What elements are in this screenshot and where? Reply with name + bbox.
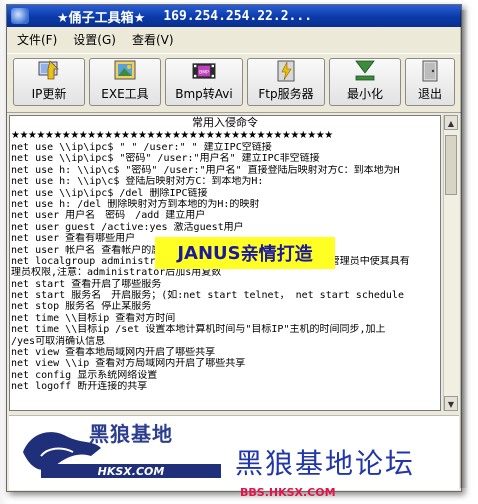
app-icon (11, 8, 29, 24)
command-line: net user 用户名 密码 /add 建立用户 (11, 210, 206, 222)
vertical-scrollbar[interactable]: ▲ ▼ (443, 115, 459, 411)
logo-subtext: HKSX.COM (98, 465, 165, 478)
site-url: BBS.HKSX.COM (240, 486, 336, 499)
menu-bar: 文件(F) 设置(G) 查看(V) (7, 29, 461, 49)
command-line: 理员权限,注意：administrator后加s用复数 (11, 267, 222, 279)
bmp-to-avi-label: Bmp转Avi (175, 87, 233, 101)
minimize-button[interactable]: 最小化 (329, 58, 401, 106)
ip-readout: 169.254.254.22.2... (163, 8, 313, 24)
exe-icon (112, 59, 138, 83)
janus-suffix: 亲情打造 (240, 244, 313, 265)
minimize-label: 最小化 (346, 87, 383, 101)
bmp-to-avi-button[interactable]: BMP Bmp转Avi (165, 58, 243, 106)
film-icon: BMP (191, 59, 217, 83)
ftp-icon (273, 59, 299, 83)
command-line: net use \\ip\ipc$ " " /user:" " 建立IPC空链接 (11, 142, 272, 153)
command-line: net logoff 断开连接的共享 (11, 381, 148, 393)
minimize-icon (352, 59, 378, 83)
bmp-icon-text: BMP (199, 69, 209, 75)
exe-tool-label: EXE工具 (101, 87, 149, 101)
command-line: net start 服务名 开启服务；(如:net start telnet， … (11, 290, 404, 302)
scroll-up-icon[interactable]: ▲ (444, 115, 458, 130)
scroll-down-icon[interactable]: ▼ (444, 396, 458, 411)
command-line: net use h: /del 删除映射对方到本地的为H:的映射 (11, 198, 260, 210)
command-line: net user guest /active:yes 激活guest用户 (11, 221, 244, 233)
window-title: ★俑子工具箱★ (57, 10, 146, 26)
command-line: net use \\ip\ipc$ /del 删除IPC链接 (11, 187, 208, 199)
command-line: net view \\ip 查看对方局域网内开启了哪些共享 (11, 358, 246, 370)
exe-tool-button[interactable]: EXE工具 (89, 58, 161, 106)
command-line: net time \\目标ip /set 设置本地计算机时间与"目标IP"主机的… (11, 324, 386, 336)
ip-update-label: IP更新 (31, 87, 67, 101)
command-line: /yes可取消确认信息 (11, 335, 106, 347)
ip-update-button[interactable]: IP更新 (13, 58, 85, 106)
menu-file[interactable]: 文件(F) (11, 31, 63, 48)
exit-door-icon (417, 59, 443, 83)
star-divider: ★★★★★★★★★★★★★★★★★★★★★★★★★★★★★★★★★★★★★★ (11, 130, 333, 141)
network-icon (36, 59, 62, 83)
toolbar: IP更新 EXE工具 BMP Bmp转Avi Ftp服务器 最小化 退出 (7, 53, 461, 113)
scroll-thumb[interactable] (445, 135, 457, 195)
command-line: net stop 服务名 停止某服务 (11, 301, 152, 313)
bottom-banner: HKSX.COM 黑狼基地 黑狼基地论坛 (9, 415, 459, 490)
app-window: ★俑子工具箱★ 169.254.254.22.2... 文件(F) 设置(G) … (6, 4, 462, 492)
logo-text: 黑狼基地 (89, 422, 173, 446)
ftp-server-label: Ftp服务器 (258, 87, 314, 101)
janus-overlay: JANUS 亲情打造 (155, 237, 335, 269)
ftp-server-button[interactable]: Ftp服务器 (247, 58, 325, 106)
menu-settings[interactable]: 设置(G) (67, 31, 122, 48)
janus-brand: JANUS (177, 242, 241, 264)
exit-button[interactable]: 退出 (405, 58, 455, 106)
exit-label: 退出 (417, 87, 442, 101)
command-line: net time \\目标ip 查看对方时间 (11, 312, 176, 324)
command-line: net start 查看开启了哪些服务 (11, 278, 162, 290)
window-shadow (460, 10, 468, 488)
command-list-header: 常用入侵命令 (192, 116, 258, 129)
command-line: net use h: \\ip\c$ "密码" /user:"用户名" 直接登陆… (11, 164, 400, 176)
command-line: net view 查看本地局域网内开启了哪些共享 (11, 347, 216, 359)
command-line: net use h: \\ip\c$ 登陆后映射对方C：到本地为H: (11, 176, 264, 188)
menu-view[interactable]: 查看(V) (126, 31, 180, 48)
banner-title: 黑狼基地论坛 (235, 447, 416, 480)
command-line: net use \\ip\ipc$ "密码" /user:"用户名" 建立IPC… (11, 153, 320, 165)
title-bar[interactable]: ★俑子工具箱★ 169.254.254.22.2... (7, 5, 461, 27)
command-line: net config 显示系统网络设置 (11, 369, 158, 381)
